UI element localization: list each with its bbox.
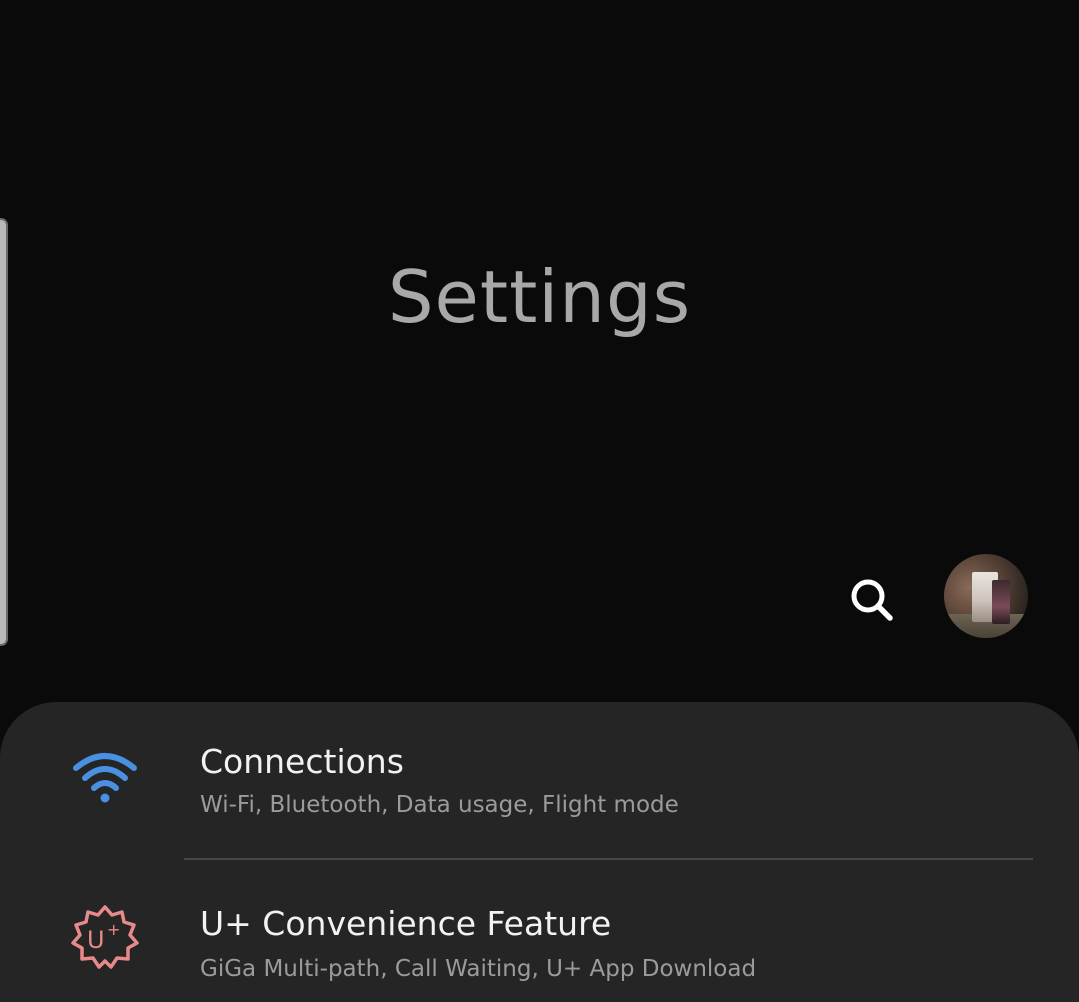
list-item-title: U+ Convenience Feature [200, 904, 612, 943]
list-item-subtitle: Wi-Fi, Bluetooth, Data usage, Flight mod… [200, 792, 679, 818]
svg-text:U: U [87, 926, 105, 954]
svg-text:+: + [107, 920, 120, 939]
wifi-icon [70, 742, 140, 812]
list-item-uplus-feature[interactable]: U + U+ Convenience Feature GiGa Multi-pa… [0, 862, 1079, 1002]
page-title: Settings [387, 255, 692, 339]
profile-avatar[interactable] [944, 554, 1028, 638]
uplus-gear-icon: U + [70, 902, 140, 972]
search-icon [851, 579, 893, 621]
list-item-subtitle: GiGa Multi-path, Call Waiting, U+ App Do… [200, 956, 757, 982]
search-button[interactable] [842, 570, 902, 630]
list-divider [184, 858, 1033, 860]
list-item-title: Connections [200, 742, 404, 781]
list-item-connections[interactable]: Connections Wi-Fi, Bluetooth, Data usage… [0, 702, 1079, 852]
